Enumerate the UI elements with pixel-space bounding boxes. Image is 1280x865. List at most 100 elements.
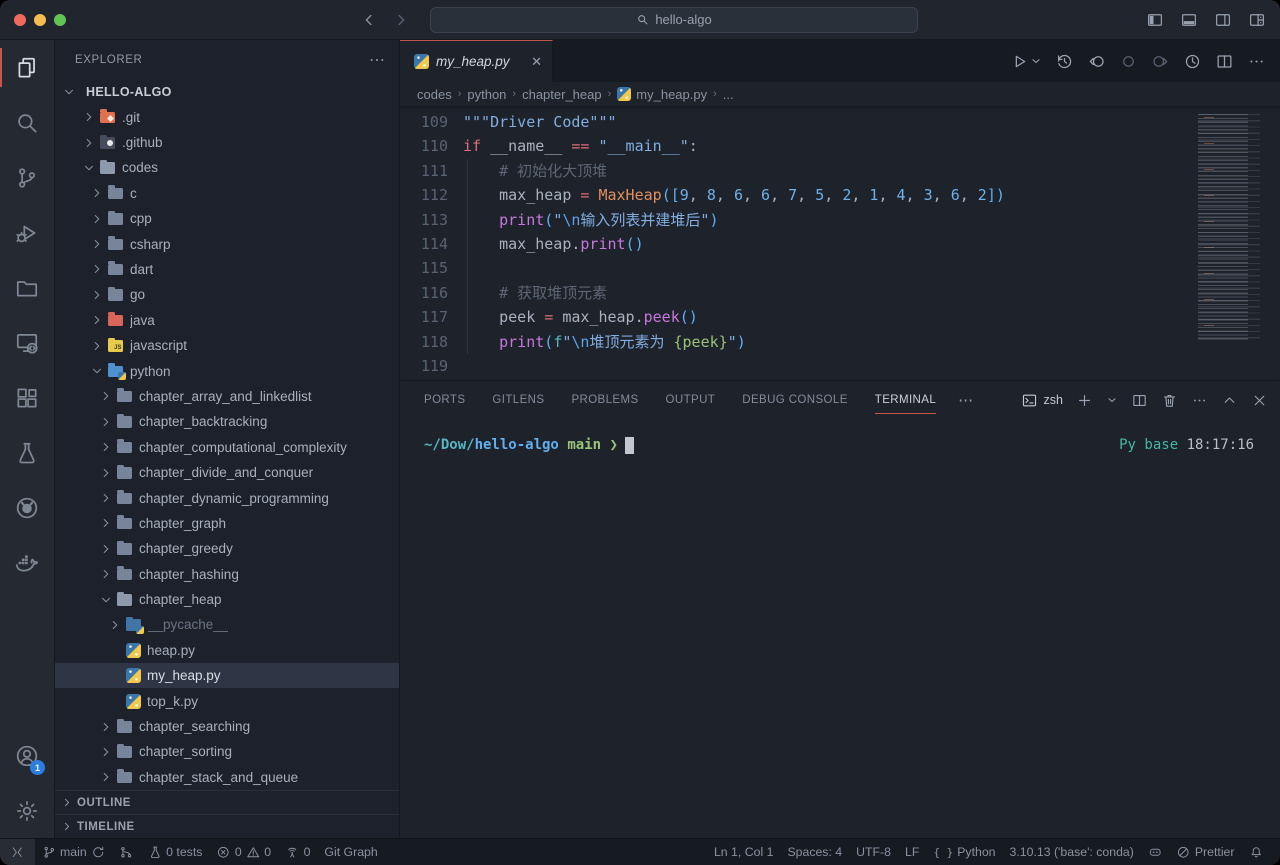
activity-run-debug[interactable] [0, 205, 54, 260]
status-language-mode[interactable]: { }Python [926, 839, 1002, 865]
tree-item-javascript[interactable]: javascript [55, 333, 399, 358]
zoom-window-button[interactable] [54, 14, 66, 26]
tree-item-my-heap-py[interactable]: my_heap.py [55, 663, 399, 688]
minimap[interactable] [1198, 114, 1264, 342]
activity-source-control[interactable] [0, 150, 54, 205]
panel-tab-ports[interactable]: PORTS [424, 381, 465, 419]
tree-item--github[interactable]: .github [55, 130, 399, 155]
tree-item-codes[interactable]: codes [55, 155, 399, 180]
gitlens-back-icon[interactable] [1087, 52, 1106, 71]
activity-testing[interactable] [0, 425, 54, 480]
tab-my-heap-py[interactable]: my_heap.py ✕ [400, 40, 553, 82]
terminal-profile-dropdown-icon[interactable] [1106, 394, 1118, 406]
tree-item-chapter-dynamic-programming[interactable]: chapter_dynamic_programming [55, 485, 399, 510]
status-eol[interactable]: LF [898, 839, 926, 865]
tree-item-chapter-stack-and-queue[interactable]: chapter_stack_and_queue [55, 765, 399, 790]
terminal[interactable]: ~/Dow/hello-algo main ❯ Py base 18:17:16 [400, 419, 1280, 838]
tree-item-chapter-computational-complexity[interactable]: chapter_computational_complexity [55, 435, 399, 460]
toggle-secondary-sidebar-icon[interactable] [1214, 11, 1232, 29]
status-cursor-position[interactable]: Ln 1, Col 1 [707, 839, 780, 865]
gitlens-graph-icon[interactable] [1183, 52, 1202, 71]
status-remote-indicator[interactable] [0, 839, 35, 865]
go-back-icon[interactable] [360, 11, 378, 29]
status-git-branch[interactable]: main [35, 839, 113, 865]
tree-item-chapter-backtracking[interactable]: chapter_backtracking [55, 409, 399, 434]
activity-github[interactable] [0, 480, 54, 535]
status-notifications[interactable] [1242, 839, 1271, 865]
panel-tab-problems[interactable]: PROBLEMS [571, 381, 638, 419]
minimize-window-button[interactable] [34, 14, 46, 26]
activity-remote-explorer[interactable] [0, 315, 54, 370]
status-feed[interactable]: 0 [278, 839, 317, 865]
status-encoding[interactable]: UTF-8 [849, 839, 898, 865]
split-terminal-icon[interactable] [1131, 392, 1148, 409]
close-window-button[interactable] [14, 14, 26, 26]
panel-tab-output[interactable]: OUTPUT [666, 381, 716, 419]
activity-settings[interactable] [0, 783, 54, 838]
breadcrumb-item-codes[interactable]: codes [417, 87, 452, 102]
tree-item-chapter-divide-and-conquer[interactable]: chapter_divide_and_conquer [55, 460, 399, 485]
tree-item-java[interactable]: java [55, 308, 399, 333]
status-problems[interactable]: 00 [209, 839, 278, 865]
explorer-more-actions-button[interactable]: ⋯ [369, 50, 385, 70]
status-prettier[interactable]: Prettier [1169, 839, 1241, 865]
breadcrumb-item-chapter-heap[interactable]: chapter_heap [522, 87, 602, 102]
section-timeline[interactable]: TIMELINE [55, 814, 399, 838]
toggle-panel-icon[interactable] [1180, 11, 1198, 29]
run-python-file[interactable] [1010, 52, 1042, 71]
status-tests[interactable]: 0 tests [141, 839, 210, 865]
panel-tab-debug-console[interactable]: DEBUG CONSOLE [742, 381, 848, 419]
status-git-graph-label[interactable]: Git Graph [317, 839, 384, 865]
breadcrumb-item-my-heap-py[interactable]: my_heap.py [617, 87, 707, 102]
activity-explorer[interactable] [0, 40, 54, 95]
code-editor[interactable]: 109"""Driver Code"""110if __name__ == "_… [400, 106, 1280, 380]
go-forward-icon[interactable] [392, 11, 410, 29]
activity-docker[interactable] [0, 535, 54, 590]
tree-item-chapter-heap[interactable]: chapter_heap [55, 587, 399, 612]
activity-extensions[interactable] [0, 370, 54, 425]
tree-item-cpp[interactable]: cpp [55, 206, 399, 231]
activity-project-folder[interactable] [0, 260, 54, 315]
tree-item-chapter-greedy[interactable]: chapter_greedy [55, 536, 399, 561]
tree-item-heap-py[interactable]: heap.py [55, 638, 399, 663]
tree-item-top-k-py[interactable]: top_k.py [55, 688, 399, 713]
panel-tab-terminal[interactable]: TERMINAL [875, 381, 936, 419]
breadcrumb-item-python[interactable]: python [467, 87, 506, 102]
gitlens-forward-icon[interactable] [1151, 52, 1170, 71]
close-panel-icon[interactable] [1251, 392, 1268, 409]
tree-item-chapter-searching[interactable]: chapter_searching [55, 714, 399, 739]
tree-item-chapter-hashing[interactable]: chapter_hashing [55, 561, 399, 586]
status-indentation[interactable]: Spaces: 4 [780, 839, 849, 865]
terminal-more-icon[interactable] [1191, 392, 1208, 409]
gitlens-current-icon[interactable] [1119, 52, 1138, 71]
tree-item-chapter-array-and-linkedlist[interactable]: chapter_array_and_linkedlist [55, 384, 399, 409]
customize-layout-icon[interactable] [1248, 11, 1266, 29]
maximize-panel-icon[interactable] [1221, 392, 1238, 409]
command-center-search[interactable]: hello-algo [430, 7, 918, 33]
tree-item-chapter-sorting[interactable]: chapter_sorting [55, 739, 399, 764]
tree-item--git[interactable]: .git [55, 104, 399, 129]
new-terminal-icon[interactable] [1076, 392, 1093, 409]
breadcrumb-item--[interactable]: ... [723, 87, 734, 102]
close-tab-icon[interactable]: ✕ [531, 54, 542, 70]
shell-selector[interactable]: zsh [1021, 392, 1063, 409]
tree-root-hello-algo[interactable]: HELLO-ALGO [55, 79, 399, 104]
split-editor-icon[interactable] [1215, 52, 1234, 71]
status-python-interpreter[interactable]: 3.10.13 ('base': conda) [1003, 839, 1141, 865]
tree-item-c[interactable]: c [55, 181, 399, 206]
activity-accounts[interactable]: 1 [0, 728, 54, 783]
file-history-icon[interactable] [1055, 52, 1074, 71]
section-outline[interactable]: OUTLINE [55, 790, 399, 814]
tree-item-dart[interactable]: dart [55, 257, 399, 282]
tree-item--pycache-[interactable]: __pycache__ [55, 612, 399, 637]
status-copilot[interactable] [1141, 839, 1170, 865]
panel-tabs-more-button[interactable]: ⋯ [958, 391, 973, 409]
status-git-graph-button[interactable] [112, 839, 141, 865]
toggle-primary-sidebar-icon[interactable] [1146, 11, 1164, 29]
tree-item-python[interactable]: python [55, 358, 399, 383]
activity-search[interactable] [0, 95, 54, 150]
tree-item-chapter-graph[interactable]: chapter_graph [55, 511, 399, 536]
kill-terminal-icon[interactable] [1161, 392, 1178, 409]
tree-item-go[interactable]: go [55, 282, 399, 307]
panel-tab-gitlens[interactable]: GITLENS [492, 381, 544, 419]
